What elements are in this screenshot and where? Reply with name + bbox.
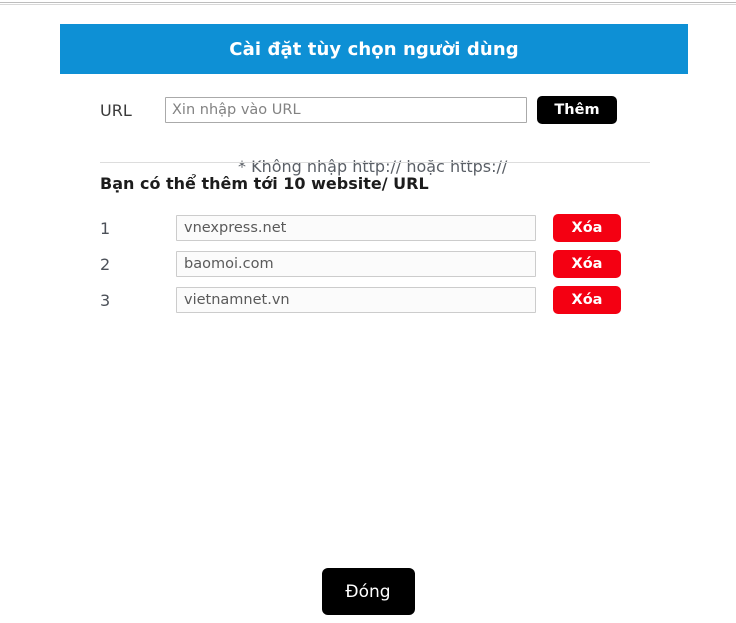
page-title: Cài đặt tùy chọn người dùng: [229, 38, 519, 60]
website-input[interactable]: [176, 251, 536, 277]
list-item-index: 2: [100, 254, 111, 274]
section-divider: [100, 162, 650, 163]
list-item: 1 Xóa: [100, 210, 660, 246]
url-input[interactable]: [165, 97, 527, 123]
delete-website-button[interactable]: Xóa: [553, 214, 621, 242]
url-label: URL: [100, 100, 132, 120]
website-input[interactable]: [176, 287, 536, 313]
user-settings-panel: Cài đặt tùy chọn người dùng URL Thêm * K…: [60, 24, 688, 314]
delete-website-button[interactable]: Xóa: [553, 286, 621, 314]
list-item-index: 3: [100, 290, 111, 310]
delete-website-button[interactable]: Xóa: [553, 250, 621, 278]
close-button[interactable]: Đóng: [321, 568, 415, 615]
footer: Đóng: [0, 568, 736, 615]
url-form-row: URL Thêm: [100, 93, 660, 127]
list-subheading: Bạn có thể thêm tới 10 website/ URL: [100, 174, 429, 193]
list-item: 3 Xóa: [100, 282, 660, 318]
top-border-line-secondary: [0, 4, 736, 5]
top-border-line: [0, 2, 736, 3]
list-item: 2 Xóa: [100, 246, 660, 282]
list-item-index: 1: [100, 218, 111, 238]
website-input[interactable]: [176, 215, 536, 241]
add-url-button[interactable]: Thêm: [537, 96, 617, 124]
website-list: 1 Xóa 2 Xóa 3 Xóa: [100, 210, 660, 318]
panel-header: Cài đặt tùy chọn người dùng: [60, 24, 688, 74]
